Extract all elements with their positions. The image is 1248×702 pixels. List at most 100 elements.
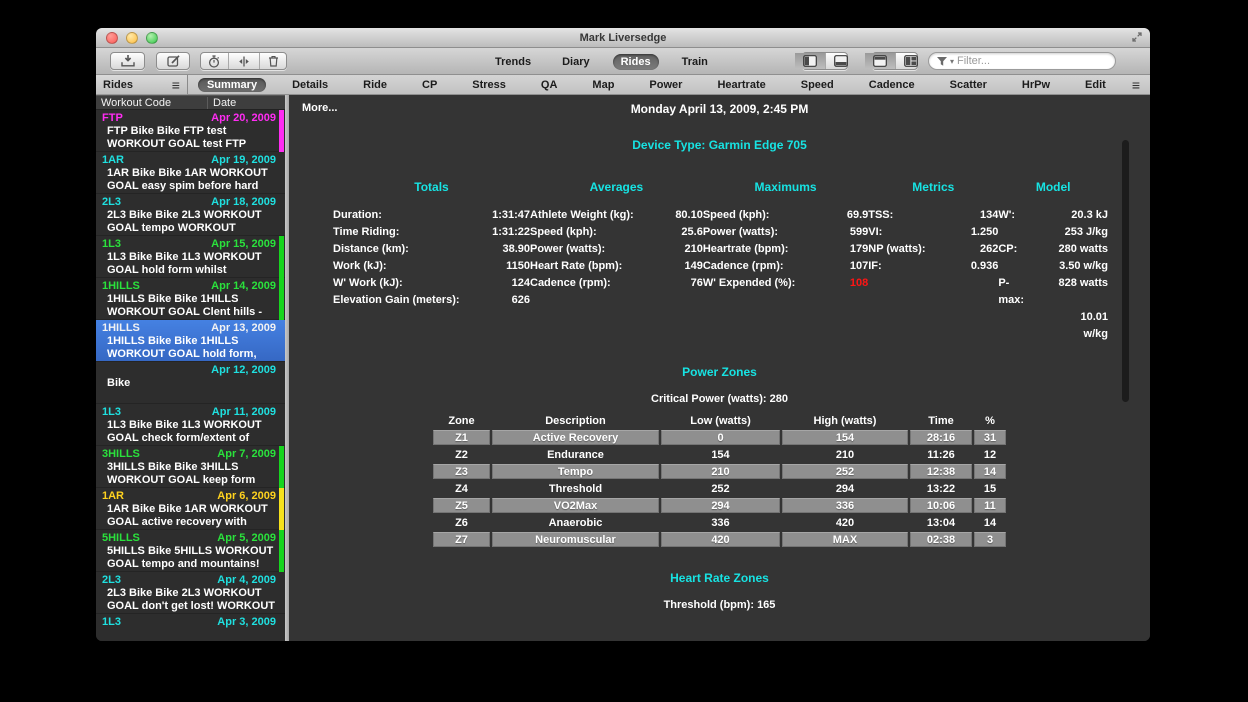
metric-row: Time Riding:1:31:22 — [333, 224, 530, 241]
metric-value: 253 J/kg — [1065, 224, 1108, 241]
metric-label: W': — [998, 207, 1032, 224]
zone-cell: 14 — [974, 464, 1006, 479]
metric-value: 69.9 — [847, 207, 868, 224]
more-link[interactable]: More... — [302, 102, 337, 114]
bottombar-toggle-button[interactable] — [825, 53, 856, 69]
ride-list-item[interactable]: 5HILLSApr 5, 20095HILLS Bike 5HILLS WORK… — [96, 530, 285, 572]
metric-label: IF: — [868, 258, 881, 275]
ride-list-item[interactable]: 1L3Apr 11, 20091L3 Bike Bike 1L3 WORKOUT… — [96, 404, 285, 446]
filter-field[interactable]: ▾ — [928, 52, 1116, 70]
metric-row: Speed (kph):25.6 — [530, 224, 703, 241]
zone-cell: Z5 — [433, 498, 490, 513]
ride-code-date: 1ARApr 19, 2009 — [102, 153, 276, 167]
view-tab-details[interactable]: Details — [283, 78, 337, 92]
funnel-icon — [937, 57, 947, 66]
ride-list-item[interactable]: FTPApr 20, 2009FTP Bike Bike FTP test WO… — [96, 110, 285, 152]
heart-rate-zones-title: Heart Rate Zones — [289, 571, 1150, 585]
zone-cell: MAX — [782, 532, 908, 547]
minimize-button[interactable] — [126, 32, 138, 44]
ride-date: Apr 20, 2009 — [211, 111, 276, 125]
view-tab-cadence[interactable]: Cadence — [860, 78, 924, 92]
sidebar-toggle-button[interactable] — [795, 53, 825, 69]
ride-list-item[interactable]: 1ARApr 6, 20091AR Bike Bike 1AR WORKOUT … — [96, 488, 285, 530]
zone-cell: 420 — [661, 532, 780, 547]
view-tab-power[interactable]: Power — [640, 78, 691, 92]
view-tab-hrpw[interactable]: HrPw — [1013, 78, 1059, 92]
ride-color-bar — [279, 446, 284, 488]
metric-row: W' Expended (%):108 — [703, 275, 868, 292]
ride-list-item[interactable]: 1ARApr 19, 20091AR Bike Bike 1AR WORKOUT… — [96, 152, 285, 194]
section-heading: Model — [998, 180, 1108, 194]
view-tab-edit[interactable]: Edit — [1076, 78, 1115, 92]
scope-tab-train[interactable]: Train — [674, 54, 716, 70]
single-pane-icon — [873, 55, 887, 67]
zone-cell: 210 — [661, 464, 780, 479]
metric-row: Power (watts):599 — [703, 224, 868, 241]
zoom-button[interactable] — [146, 32, 158, 44]
ride-list: FTPApr 20, 2009FTP Bike Bike FTP test WO… — [96, 110, 285, 641]
ride-list-item[interactable]: 1L3Apr 3, 2009 — [96, 614, 285, 641]
chevron-down-icon[interactable]: ▾ — [950, 57, 954, 66]
fullscreen-icon[interactable] — [1132, 32, 1142, 42]
metric-label: Heartrate (bpm): — [703, 241, 789, 258]
ride-list-item[interactable]: Apr 12, 2009Bike — [96, 362, 285, 404]
split-ride-button[interactable] — [228, 53, 259, 69]
ride-description: 5HILLS Bike 5HILLS WORKOUT GOAL tempo an… — [102, 545, 276, 572]
zone-cell: 02:38 — [910, 532, 972, 547]
ride-description: 2L3 Bike Bike 2L3 WORKOUT GOAL don't get… — [102, 587, 276, 613]
ride-list-item[interactable]: 2L3Apr 18, 20092L3 Bike Bike 2L3 WORKOUT… — [96, 194, 285, 236]
single-view-button[interactable] — [865, 53, 895, 69]
zone-cell: 13:22 — [910, 481, 972, 496]
ride-list-item[interactable]: 1HILLSApr 13, 20091HILLS Bike Bike 1HILL… — [96, 320, 285, 362]
zone-row-z2: Z2Endurance15421011:2612 — [433, 447, 1006, 462]
ride-date: Apr 3, 2009 — [217, 615, 276, 629]
metric-label: NP (watts): — [868, 241, 925, 258]
scope-tab-trends[interactable]: Trends — [487, 54, 539, 70]
view-tab-ride[interactable]: Ride — [354, 78, 396, 92]
ride-code: 1L3 — [102, 237, 121, 251]
ride-list-item[interactable]: 2L3Apr 4, 20092L3 Bike Bike 2L3 WORKOUT … — [96, 572, 285, 614]
scope-tab-rides[interactable]: Rides — [613, 54, 659, 70]
zone-cell: 420 — [782, 515, 908, 530]
metric-value: 1150 — [506, 258, 530, 275]
stopwatch-button[interactable] — [200, 53, 228, 69]
filter-input[interactable] — [957, 55, 1107, 67]
ride-list-item[interactable]: 1HILLSApr 14, 20091HILLS Bike Bike 1HILL… — [96, 278, 285, 320]
ride-color-bar — [279, 236, 284, 278]
hr-threshold-text: Threshold (bpm): 165 — [289, 599, 1150, 611]
metric-label: Cadence (rpm): — [530, 275, 611, 292]
view-tab-menu-icon[interactable]: ≡ — [1132, 80, 1140, 90]
view-tab-cp[interactable]: CP — [413, 78, 446, 92]
scrollbar-thumb[interactable] — [1122, 140, 1129, 402]
view-tab-qa[interactable]: QA — [532, 78, 567, 92]
summary-section-maximums: MaximumsSpeed (kph):69.9Power (watts):59… — [703, 180, 868, 343]
ride-code: 2L3 — [102, 195, 121, 209]
critical-power-text: Critical Power (watts): 280 — [289, 393, 1150, 405]
column-date[interactable]: Date — [207, 97, 285, 109]
metric-row: IF:0.936 — [868, 258, 998, 275]
metric-label: VI: — [868, 224, 882, 241]
edit-ride-button[interactable] — [156, 52, 190, 70]
tiled-view-button[interactable] — [895, 53, 926, 69]
ride-date: Apr 5, 2009 — [217, 531, 276, 545]
ride-description: 2L3 Bike Bike 2L3 WORKOUT GOAL tempo WOR… — [102, 209, 276, 236]
view-tab-map[interactable]: Map — [583, 78, 623, 92]
metric-label: W' Work (kJ): — [333, 275, 403, 292]
metric-label — [998, 309, 1032, 343]
close-button[interactable] — [106, 32, 118, 44]
metric-label: Work (kJ): — [333, 258, 387, 275]
ride-list-item[interactable]: 3HILLSApr 7, 20093HILLS Bike Bike 3HILLS… — [96, 446, 285, 488]
view-tab-summary[interactable]: Summary — [198, 78, 266, 92]
view-tab-stress[interactable]: Stress — [463, 78, 515, 92]
delete-ride-button[interactable] — [259, 53, 287, 69]
view-tab-heartrate[interactable]: Heartrate — [708, 78, 774, 92]
summary-section-averages: AveragesAthlete Weight (kg):80.10Speed (… — [530, 180, 703, 343]
view-tab-scatter[interactable]: Scatter — [941, 78, 996, 92]
download-button[interactable] — [110, 52, 145, 70]
view-tab-speed[interactable]: Speed — [792, 78, 843, 92]
sidebar-menu-icon[interactable]: ≡ — [172, 80, 180, 90]
ride-list-item[interactable]: 1L3Apr 15, 20091L3 Bike Bike 1L3 WORKOUT… — [96, 236, 285, 278]
column-workout-code[interactable]: Workout Code — [96, 97, 207, 109]
metric-row: Speed (kph):69.9 — [703, 207, 868, 224]
scope-tab-diary[interactable]: Diary — [554, 54, 598, 70]
